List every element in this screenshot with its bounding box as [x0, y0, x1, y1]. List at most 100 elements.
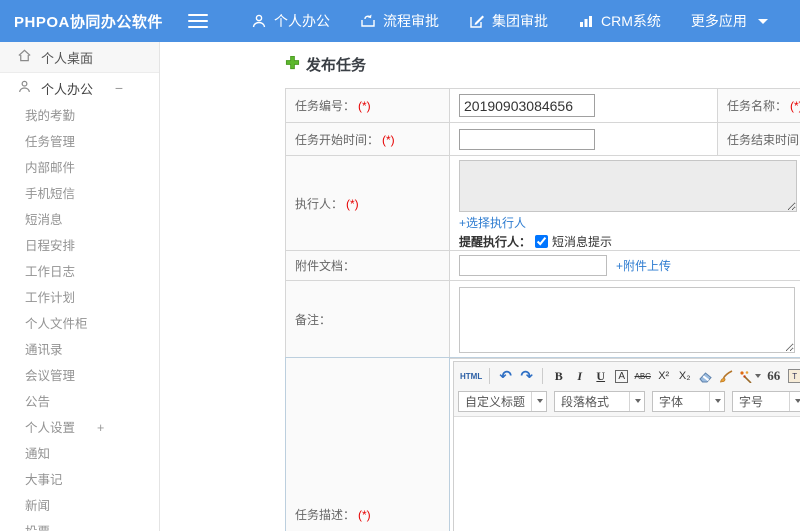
- start-time-input[interactable]: [459, 128, 595, 150]
- redo-icon[interactable]: ↷: [518, 366, 535, 386]
- select-label: 自定义标题: [465, 394, 526, 409]
- description-label-cell: 任务描述： (*): [285, 357, 450, 531]
- sidebar-item-internal-mail[interactable]: 内部邮件: [0, 155, 159, 181]
- nav-more-apps[interactable]: 更多应用: [676, 0, 783, 42]
- nav-group-approval[interactable]: 集团审批: [454, 0, 563, 42]
- subscript-button[interactable]: X₂: [676, 366, 693, 386]
- start-time-label: 任务开始时间：: [295, 132, 380, 147]
- select-label: 字号: [739, 394, 764, 409]
- italic-button[interactable]: I: [571, 366, 588, 386]
- sms-remind-checkbox[interactable]: [535, 235, 549, 248]
- remark-textarea[interactable]: [459, 286, 795, 353]
- executor-label: 执行人：: [295, 196, 344, 211]
- attachment-label-cell: 附件文档：: [285, 250, 450, 281]
- description-editor-cell: HTML ↶ ↷ B I U A ABC X² X₂ 66 T 自定义标题 段落…: [449, 357, 800, 531]
- sidebar-item-work-plan[interactable]: 工作计划: [0, 285, 159, 311]
- description-label: 任务描述：: [295, 508, 356, 522]
- nav-process-approval[interactable]: 流程审批: [345, 0, 454, 42]
- task-name-label: 任务名称：: [727, 99, 788, 113]
- sidebar-item-meeting[interactable]: 会议管理: [0, 363, 159, 389]
- nav-label: 更多应用: [690, 13, 747, 29]
- caret-down-icon: [537, 399, 544, 403]
- page-title-text: 发布任务: [306, 57, 367, 74]
- sidebar-item-short-message[interactable]: 短消息: [0, 207, 159, 233]
- format-brush-icon[interactable]: [718, 366, 735, 386]
- select-label: 段落格式: [561, 394, 610, 409]
- task-form-table: 任务编号：(*) 任务名称：(*) 任务开始时间：(*) 任务结束时间：(*): [285, 88, 800, 359]
- sidebar-section-label: 个人办公: [41, 81, 94, 97]
- task-description-table: 任务描述： (*) HTML ↶ ↷ B I U A ABC X² X₂ 66 …: [285, 357, 800, 531]
- underline-button[interactable]: U: [592, 366, 609, 386]
- sidebar-submenu: 我的考勤 任务管理 内部邮件 手机短信 短消息 日程安排 工作日志 工作计划 个…: [0, 103, 159, 531]
- sidebar-item-events[interactable]: 大事记: [0, 467, 159, 493]
- collapse-icon[interactable]: −: [115, 80, 123, 96]
- magic-wand-icon[interactable]: [739, 366, 762, 386]
- paragraph-format-select[interactable]: 段落格式: [554, 390, 646, 412]
- remark-label: 备注：: [295, 313, 332, 327]
- sidebar-item-desktop[interactable]: 个人桌面: [0, 42, 159, 73]
- bold-button[interactable]: B: [550, 366, 567, 386]
- sidebar-item-notice[interactable]: 通知: [0, 441, 159, 467]
- custom-heading-select[interactable]: 自定义标题: [458, 390, 548, 412]
- home-icon: [17, 48, 32, 66]
- caret-down-icon: [755, 374, 762, 378]
- caret-down-icon: [795, 399, 800, 403]
- start-time-cell: [449, 122, 718, 156]
- task-no-input[interactable]: [459, 94, 595, 117]
- menu-toggle-icon[interactable]: [188, 14, 208, 28]
- sidebar-item-personal-settings[interactable]: 个人设置 +: [0, 415, 159, 441]
- sidebar-item-task-management[interactable]: 任务管理: [0, 129, 159, 155]
- font-size-select[interactable]: 字号: [732, 390, 800, 412]
- choose-executor-link[interactable]: +选择执行人: [459, 216, 526, 230]
- required-mark: (*): [790, 99, 800, 113]
- sidebar-item-announcement[interactable]: 公告: [0, 389, 159, 415]
- main-content: 发布任务 任务编号：(*) 任务名称：(*) 任务开始时间：(*): [161, 42, 800, 531]
- sidebar-item-schedule[interactable]: 日程安排: [0, 233, 159, 259]
- task-no-label: 任务编号：: [295, 99, 356, 113]
- task-no-cell: [449, 88, 718, 123]
- sidebar-item-file-cabinet[interactable]: 个人文件柜: [0, 311, 159, 337]
- sidebar-section-personal-office[interactable]: 个人办公 −: [0, 73, 159, 103]
- strikethrough-button[interactable]: ABC: [634, 366, 651, 386]
- caret-down-icon: [635, 399, 642, 403]
- blockquote-button[interactable]: 66: [765, 366, 782, 386]
- font-family-select[interactable]: 字体: [652, 390, 726, 412]
- table-row: 任务描述： (*) HTML ↶ ↷ B I U A ABC X² X₂ 66 …: [285, 357, 800, 531]
- nav-crm[interactable]: CRM系统: [563, 0, 676, 42]
- editor-content-area[interactable]: [454, 417, 800, 531]
- sidebar-item-attendance[interactable]: 我的考勤: [0, 103, 159, 129]
- sidebar: 个人桌面 个人办公 − 我的考勤 任务管理 内部邮件 手机短信 短消息 日程安排…: [0, 42, 160, 531]
- sidebar-item-news[interactable]: 新闻: [0, 493, 159, 519]
- sidebar-item-sms[interactable]: 手机短信: [0, 181, 159, 207]
- nav-personal-office[interactable]: 个人办公: [236, 0, 345, 42]
- executor-textarea[interactable]: [459, 160, 797, 212]
- nav-label: 集团审批: [492, 13, 548, 29]
- user-icon: [17, 79, 32, 97]
- user-icon: [251, 13, 267, 29]
- expand-icon[interactable]: +: [97, 421, 104, 435]
- task-no-label-cell: 任务编号： (*): [285, 88, 450, 123]
- sidebar-item-vote[interactable]: 投票: [0, 519, 159, 531]
- attachment-cell: +附件上传: [449, 250, 800, 281]
- undo-icon[interactable]: ↶: [497, 366, 514, 386]
- required-mark: (*): [382, 132, 395, 147]
- attachment-input[interactable]: [459, 255, 607, 276]
- process-approval-icon: [360, 13, 376, 29]
- table-row: 任务编号：(*) 任务名称：(*): [285, 88, 800, 123]
- remark-cell: [449, 280, 800, 359]
- table-row: 备注：: [285, 280, 800, 359]
- table-row: 附件文档： +附件上传: [285, 250, 800, 281]
- nav-label: 个人办公: [274, 13, 330, 29]
- font-style-button[interactable]: A: [615, 369, 629, 383]
- edit-approval-icon: [469, 13, 485, 29]
- sidebar-item-work-log[interactable]: 工作日志: [0, 259, 159, 285]
- eraser-icon[interactable]: [697, 366, 714, 386]
- toolbar-separator: [542, 368, 544, 384]
- superscript-button[interactable]: X²: [655, 366, 672, 386]
- paste-text-icon[interactable]: T: [788, 369, 800, 383]
- html-source-button[interactable]: HTML: [460, 366, 482, 386]
- attachment-upload-link[interactable]: +附件上传: [616, 257, 671, 274]
- nav-label: 流程审批: [383, 13, 439, 29]
- add-icon: [285, 55, 300, 74]
- sidebar-item-contacts[interactable]: 通讯录: [0, 337, 159, 363]
